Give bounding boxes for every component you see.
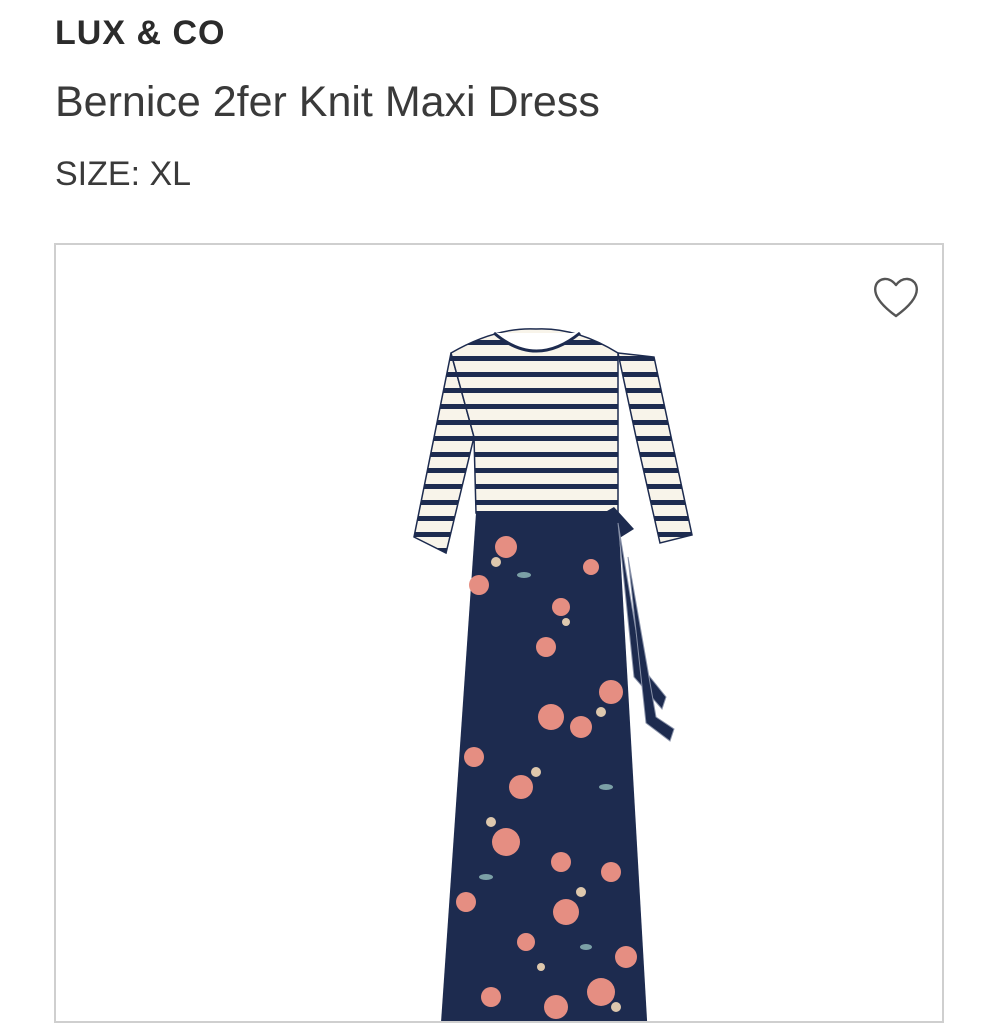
product-title: Bernice 2fer Knit Maxi Dress [55,78,600,126]
brand-name: LUX & CO [55,14,226,52]
size-label: SIZE: XL [55,155,192,193]
product-image-card[interactable] [54,243,944,1023]
favorite-button[interactable] [870,271,922,323]
dress-product-image [413,328,693,1021]
heart-outline-icon [874,277,918,318]
